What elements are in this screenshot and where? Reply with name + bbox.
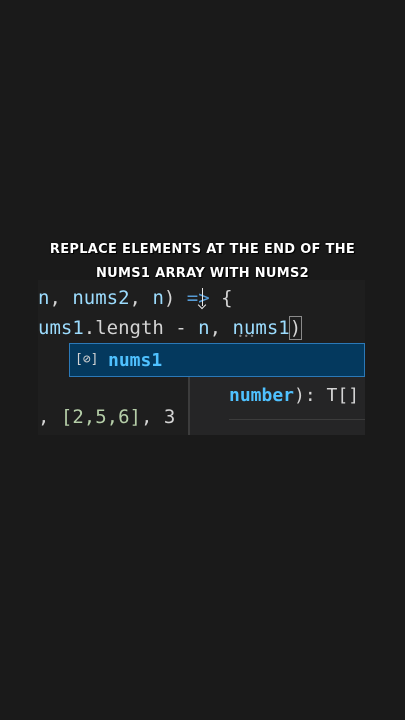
token-array: [2,5,6] [60, 406, 141, 428]
token-n: n [198, 317, 210, 339]
video-caption: REPLACE ELEMENTS AT THE END OF THE NUMS1… [0, 238, 405, 286]
token-paren: ) [163, 287, 187, 309]
caption-line-1: REPLACE ELEMENTS AT THE END OF THE [49, 242, 356, 257]
code-line-2: ums1.length - n, nums1) [38, 316, 303, 340]
token-brace: { [209, 287, 233, 309]
token-nums2: nums2 [72, 287, 130, 309]
hint-param: number [229, 385, 295, 406]
autocomplete-suggestion[interactable]: [⊘] nums1 [69, 343, 365, 377]
popup-divider [229, 419, 365, 420]
token-comma: , [49, 287, 73, 309]
token-number: , 3 [140, 406, 176, 428]
parameter-hint-text: number): T[] [229, 385, 359, 406]
token-nums1: ums1 [38, 317, 84, 339]
hint-dots: ••• [238, 332, 256, 341]
code-editor[interactable]: n, nums2, n) => { ums1.length - n, nums1… [38, 280, 365, 435]
token-n: n [152, 287, 164, 309]
token-close-paren: ) [288, 316, 303, 340]
token-comma: , [209, 317, 233, 339]
token-n: n [38, 287, 50, 309]
suggestion-label: nums1 [108, 350, 163, 371]
token-comma: , [129, 287, 153, 309]
code-line-4: , [2,5,6], 3 [38, 406, 175, 428]
variable-icon: [⊘] [75, 352, 99, 367]
token-length: .length - [83, 317, 199, 339]
token-comma: , [38, 406, 61, 428]
popup-border [189, 377, 190, 435]
parameter-hint-popup: number): T[] [188, 377, 365, 435]
hint-rest: ): T[] [294, 385, 360, 406]
mouse-cursor-icon [196, 288, 210, 312]
